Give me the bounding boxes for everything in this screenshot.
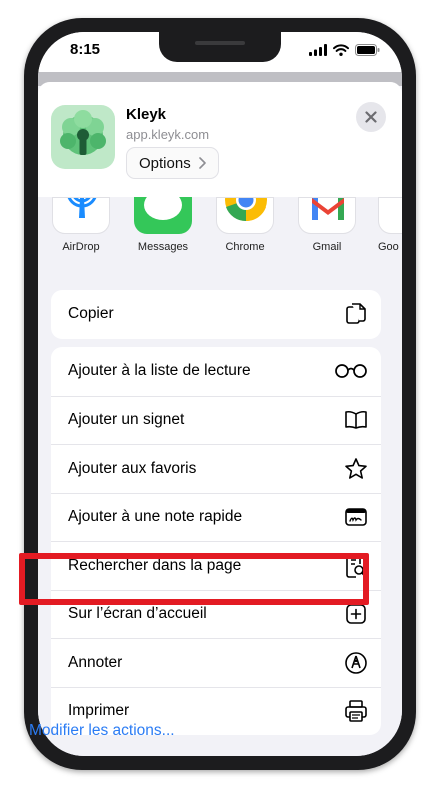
kleyk-logo-icon (51, 105, 115, 169)
glasses-icon (334, 359, 368, 383)
share-label-gmail: Gmail (312, 241, 342, 253)
share-target-google[interactable]: Goo (374, 197, 402, 253)
share-target-gmail[interactable]: Gmail (294, 197, 360, 253)
action-markup[interactable]: Annoter (51, 638, 381, 687)
notch (159, 32, 281, 62)
signal-icon (309, 44, 327, 56)
share-label-airdrop: AirDrop (62, 241, 100, 253)
copy-icon (344, 302, 368, 326)
share-label-google: Goo (378, 241, 399, 253)
find-in-page-icon (344, 553, 368, 578)
phone-screen: 8:15 Kleyk app.kleyk.com Options AirDrop… (38, 32, 402, 756)
status-icons (309, 44, 380, 56)
printer-icon (344, 699, 368, 723)
action-label: Ajouter un signet (68, 411, 185, 429)
action-bookmark[interactable]: Ajouter un signet (51, 395, 381, 445)
action-label: Ajouter aux favoris (68, 459, 197, 477)
action-label: Imprimer (68, 702, 130, 720)
action-copy[interactable]: Copier (51, 290, 381, 339)
action-label: Copier (68, 305, 114, 323)
edit-actions-link[interactable]: Modifier les actions... (29, 722, 175, 740)
actions-group-main: Ajouter à la liste de lecture Ajouter un… (51, 347, 381, 735)
action-favorites[interactable]: Ajouter aux favoris (51, 444, 381, 493)
share-target-chrome[interactable]: Chrome (212, 197, 278, 253)
messages-icon (134, 197, 192, 234)
battery-icon (355, 44, 380, 56)
quick-note-icon (344, 505, 368, 529)
actions-group-copy: Copier (51, 290, 381, 339)
share-target-messages[interactable]: Messages (130, 197, 196, 253)
app-name: Kleyk (126, 106, 167, 123)
action-label: Rechercher dans la page (68, 556, 242, 574)
action-quick-note[interactable]: Ajouter à une note rapide (51, 492, 381, 542)
status-time: 8:15 (70, 41, 101, 58)
action-label: Annoter (68, 653, 123, 671)
chrome-icon (216, 197, 274, 234)
action-label: Sur l’écran d’accueil (68, 605, 207, 623)
google-icon (378, 197, 402, 234)
share-target-airdrop[interactable]: AirDrop (48, 197, 114, 253)
book-icon (344, 408, 368, 432)
share-sheet-header: Kleyk app.kleyk.com Options (38, 82, 402, 197)
speaker (195, 41, 245, 45)
action-label: Ajouter à une note rapide (68, 508, 243, 526)
share-sheet: Kleyk app.kleyk.com Options AirDrop Mess… (38, 82, 402, 756)
action-reading-list[interactable]: Ajouter à la liste de lecture (51, 347, 381, 396)
options-button[interactable]: Options (126, 147, 219, 179)
airdrop-icon (52, 197, 110, 234)
wifi-icon (333, 44, 349, 56)
close-button[interactable] (356, 102, 386, 132)
app-url: app.kleyk.com (126, 127, 210, 142)
chevron-right-icon (198, 157, 206, 169)
share-label-messages: Messages (137, 241, 189, 253)
action-add-to-home-screen[interactable]: Sur l’écran d’accueil (51, 589, 381, 639)
action-find-in-page[interactable]: Rechercher dans la page (51, 541, 381, 590)
options-label: Options (139, 154, 191, 172)
share-label-chrome: Chrome (225, 241, 265, 253)
action-label: Ajouter à la liste de lecture (68, 362, 251, 380)
add-square-icon (344, 602, 368, 626)
close-icon (365, 111, 377, 123)
gmail-icon (298, 197, 356, 234)
markup-icon (344, 651, 368, 675)
phone-frame: 8:15 Kleyk app.kleyk.com Options AirDrop… (24, 18, 416, 770)
status-bar: 8:15 (38, 32, 402, 72)
share-targets-row: AirDrop Messages Chrome Gmail Goo (38, 197, 402, 267)
star-icon (344, 457, 368, 481)
